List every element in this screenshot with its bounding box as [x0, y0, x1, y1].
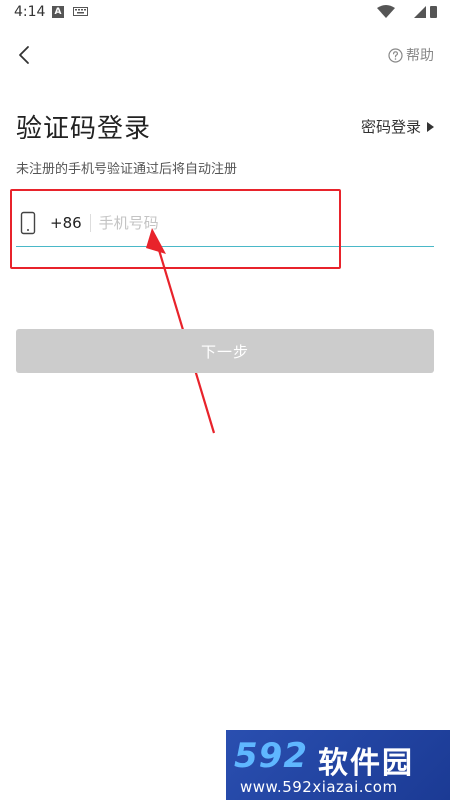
status-bar: 4:14 A	[0, 0, 450, 26]
status-time: 4:14	[14, 4, 46, 20]
phone-number-input[interactable]	[98, 214, 399, 232]
help-link[interactable]: 帮助	[388, 46, 434, 64]
watermark-url: www.592xiazai.com	[240, 778, 398, 796]
question-circle-icon	[388, 47, 403, 63]
country-code[interactable]: +86	[50, 214, 82, 232]
help-label: 帮助	[406, 48, 434, 64]
page-title: 验证码登录	[16, 114, 152, 144]
watermark-brand-text: 软件园	[318, 746, 414, 781]
signal-icon	[414, 6, 426, 18]
phone-input-row: +86	[16, 200, 434, 247]
divider	[89, 214, 91, 232]
phone-icon	[20, 211, 36, 235]
a-app-icon: A	[52, 6, 64, 18]
password-login-label: 密码登录	[360, 118, 421, 136]
system-status-icons	[377, 5, 437, 18]
wifi-icon	[377, 5, 395, 18]
battery-icon	[430, 6, 437, 18]
watermark-brand-number: 592	[234, 736, 308, 776]
password-login-link[interactable]: 密码登录	[361, 116, 434, 137]
caret-right-icon	[427, 121, 434, 132]
next-button[interactable]: 下一步	[16, 329, 434, 373]
keyboard-icon	[73, 7, 88, 16]
subtitle: 未注册的手机号验证通过后将自动注册	[16, 162, 238, 177]
chevron-left-icon[interactable]	[14, 44, 36, 66]
site-watermark: 592 软件园 www.592xiazai.com	[226, 730, 450, 800]
